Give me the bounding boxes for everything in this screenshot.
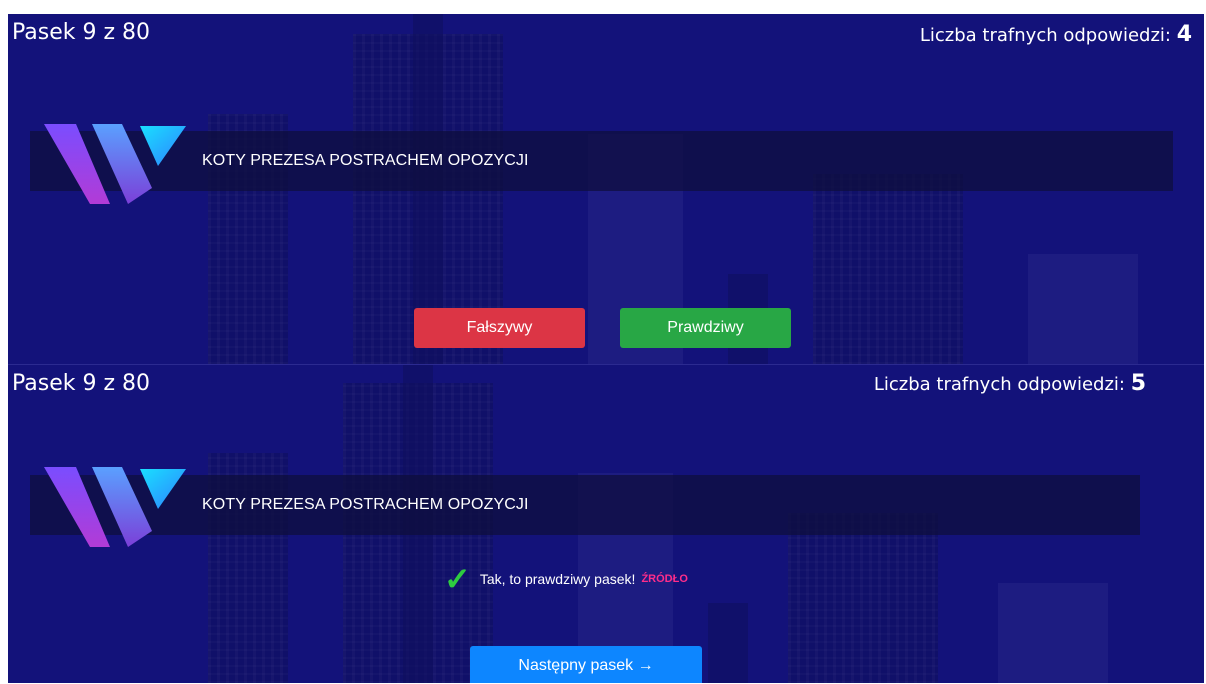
score-label: Liczba trafnych odpowiedzi: — [873, 374, 1125, 395]
news-headline: KOTY PREZESA POSTRACHEM OPOZYCJI — [202, 152, 529, 169]
next-strip-button[interactable]: Następny pasek → — [470, 646, 702, 683]
news-strip: KOTY PREZESA POSTRACHEM OPOZYCJI — [30, 131, 1173, 191]
news-strip: KOTY PREZESA POSTRACHEM OPOZYCJI — [30, 475, 1140, 535]
true-button[interactable]: Prawdziwy — [620, 308, 791, 348]
checkmark-icon: ✓ — [444, 561, 471, 597]
source-link[interactable]: ŹRÓDŁO — [641, 573, 687, 585]
score: Liczba trafnych odpowiedzi: 4 — [920, 22, 1192, 47]
news-headline: KOTY PREZESA POSTRACHEM OPOZYCJI — [202, 496, 529, 513]
strip-counter: Pasek 9 z 80 — [12, 20, 151, 45]
feedback-text: Tak, to prawdziwy pasek! — [479, 571, 636, 587]
strip-counter: Pasek 9 z 80 — [12, 371, 151, 396]
false-button[interactable]: Fałszywy — [414, 308, 585, 348]
score-value: 4 — [1176, 22, 1192, 47]
answer-feedback: ✓ Tak, to prawdziwy pasek! ŹRÓDŁO — [444, 563, 688, 595]
score: Liczba trafnych odpowiedzi: 5 — [874, 371, 1146, 396]
score-value: 5 — [1130, 371, 1146, 396]
w-logo-icon — [44, 467, 186, 547]
answer-panel: Pasek 9 z 80 Liczba trafnych odpowiedzi:… — [8, 364, 1204, 683]
score-label: Liczba trafnych odpowiedzi: — [919, 25, 1171, 46]
w-logo-icon — [44, 124, 186, 204]
question-panel: Pasek 9 z 80 Liczba trafnych odpowiedzi:… — [8, 14, 1204, 364]
